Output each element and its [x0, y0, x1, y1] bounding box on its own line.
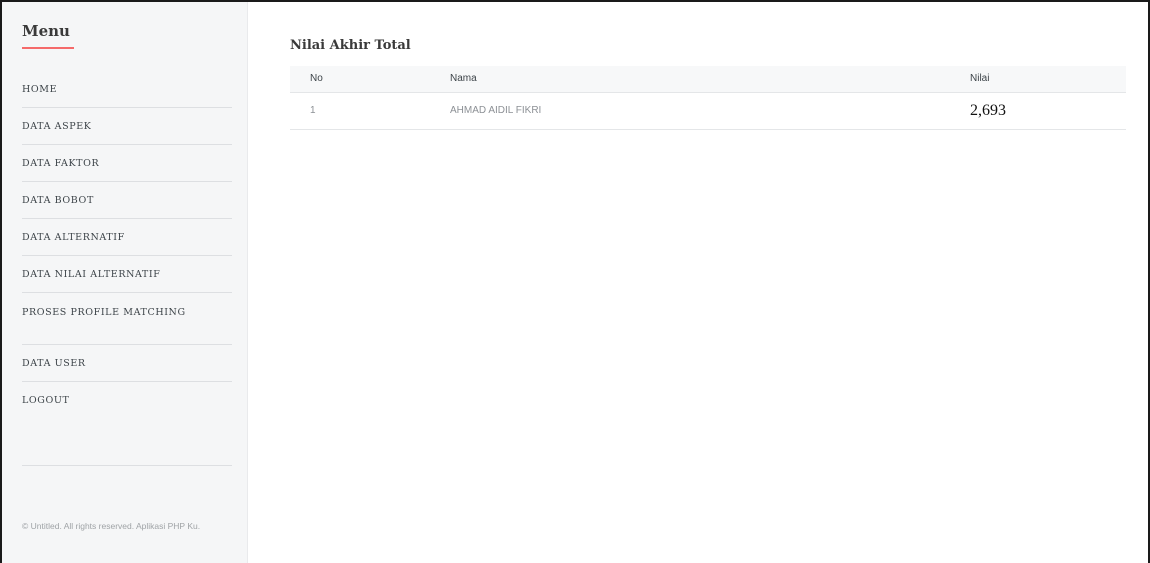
cell-nilai: 2,693 — [950, 92, 1126, 130]
column-header-nilai: Nilai — [950, 66, 1126, 93]
cell-nama: AHMAD AIDIL FIKRI — [430, 92, 950, 130]
menu-title: Menu — [22, 22, 70, 40]
menu-title-underline — [22, 47, 74, 49]
sidebar-item-data-bobot[interactable]: DATA BOBOT — [22, 182, 232, 219]
sidebar-footer: © Untitled. All rights reserved. Aplikas… — [22, 521, 201, 531]
sidebar-item-data-aspek[interactable]: DATA ASPEK — [22, 108, 232, 145]
sidebar-item-home[interactable]: HOME — [22, 71, 232, 108]
sidebar-item-data-faktor[interactable]: DATA FAKTOR — [22, 145, 232, 182]
sidebar-item-proses-profile-matching[interactable]: PROSES PROFILE MATCHING — [22, 293, 232, 345]
sidebar-nav: HOME DATA ASPEK DATA FAKTOR DATA BOBOT D… — [22, 71, 232, 419]
results-table: No Nama Nilai 1 AHMAD AIDIL FIKRI 2,693 — [290, 66, 1126, 130]
sidebar-divider — [22, 465, 232, 466]
table-row: 1 AHMAD AIDIL FIKRI 2,693 — [290, 92, 1126, 130]
sidebar-item-logout[interactable]: LOGOUT — [22, 382, 232, 419]
column-header-no: No — [290, 66, 430, 93]
cell-no: 1 — [290, 92, 430, 130]
sidebar-item-data-user[interactable]: DATA USER — [22, 345, 232, 382]
app-window: Menu HOME DATA ASPEK DATA FAKTOR DATA BO… — [0, 0, 1150, 563]
sidebar-item-data-nilai-alternatif[interactable]: DATA NILAI ALTERNATIF — [22, 256, 232, 293]
column-header-nama: Nama — [430, 66, 950, 93]
sidebar: Menu HOME DATA ASPEK DATA FAKTOR DATA BO… — [2, 2, 248, 563]
page-title: Nilai Akhir Total — [290, 38, 411, 53]
main-content: Nilai Akhir Total No Nama Nilai 1 AHMAD … — [249, 2, 1148, 563]
table-header-row: No Nama Nilai — [290, 66, 1126, 93]
sidebar-item-data-alternatif[interactable]: DATA ALTERNATIF — [22, 219, 232, 256]
